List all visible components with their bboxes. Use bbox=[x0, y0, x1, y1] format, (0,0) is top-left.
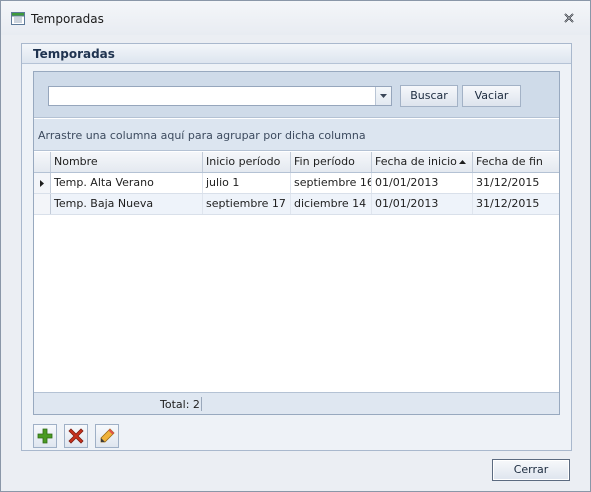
delete-button[interactable] bbox=[64, 424, 88, 448]
cell-fin-periodo[interactable]: septiembre 16 bbox=[291, 173, 372, 193]
cell-fecha-fin[interactable]: 31/12/2015 bbox=[473, 194, 559, 214]
cell-inicio-periodo[interactable]: septiembre 17 bbox=[203, 194, 291, 214]
temporadas-window: Temporadas Temporadas Buscar Vaciar Arra… bbox=[0, 0, 591, 492]
column-header-fecha-inicio[interactable]: Fecha de inicio bbox=[372, 152, 473, 172]
chevron-down-icon bbox=[380, 94, 387, 98]
cell-fecha-inicio[interactable]: 01/01/2013 bbox=[372, 194, 473, 214]
close-button[interactable]: Cerrar bbox=[492, 459, 570, 481]
cell-inicio-periodo[interactable]: julio 1 bbox=[203, 173, 291, 193]
window-title: Temporadas bbox=[31, 12, 104, 26]
find-button[interactable]: Buscar bbox=[400, 85, 458, 107]
group-panel-hint: Arrastre una columna aquí para agrupar p… bbox=[38, 129, 366, 142]
calendar-icon bbox=[11, 12, 25, 25]
sort-ascending-icon bbox=[459, 160, 466, 164]
search-combobox[interactable] bbox=[48, 86, 392, 106]
row-indicator bbox=[34, 173, 51, 193]
column-header-fecha-fin[interactable]: Fecha de fin bbox=[473, 152, 559, 172]
row-indicator bbox=[34, 194, 51, 214]
temporadas-panel: Temporadas Buscar Vaciar Arrastre una co… bbox=[21, 43, 572, 451]
column-header-inicio-periodo[interactable]: Inicio período bbox=[203, 152, 291, 172]
footer-divider bbox=[201, 397, 202, 411]
cell-fecha-fin[interactable]: 31/12/2015 bbox=[473, 173, 559, 193]
clear-button[interactable]: Vaciar bbox=[462, 85, 521, 107]
column-header-nombre[interactable]: Nombre bbox=[51, 152, 203, 172]
total-count: Total: 2 bbox=[160, 398, 200, 411]
grid-footer: Total: 2 bbox=[34, 392, 559, 414]
cell-nombre[interactable]: Temp. Baja Nueva bbox=[51, 194, 203, 214]
cell-nombre[interactable]: Temp. Alta Verano bbox=[51, 173, 203, 193]
column-header-fecha-inicio-label: Fecha de inicio bbox=[375, 155, 457, 168]
table-row[interactable]: Temp. Alta Verano julio 1 septiembre 16 … bbox=[34, 173, 559, 194]
cell-fecha-inicio[interactable]: 01/01/2013 bbox=[372, 173, 473, 193]
edit-button[interactable] bbox=[95, 424, 119, 448]
search-input[interactable] bbox=[49, 87, 375, 105]
seasons-grid: Buscar Vaciar Arrastre una columna aquí … bbox=[33, 71, 560, 415]
panel-title: Temporadas bbox=[33, 47, 115, 61]
title-bar[interactable]: Temporadas bbox=[1, 1, 590, 35]
find-panel: Buscar Vaciar bbox=[34, 72, 559, 118]
focused-row-arrow-icon bbox=[40, 180, 44, 187]
cell-fin-periodo[interactable]: diciembre 14 bbox=[291, 194, 372, 214]
panel-header: Temporadas bbox=[22, 44, 571, 64]
delete-x-icon bbox=[68, 428, 84, 444]
column-header-row: Nombre Inicio período Fin período Fecha … bbox=[34, 152, 559, 173]
indicator-header bbox=[34, 152, 51, 172]
add-button[interactable] bbox=[33, 424, 57, 448]
pencil-icon bbox=[100, 428, 115, 443]
close-icon[interactable] bbox=[563, 12, 575, 24]
group-panel[interactable]: Arrastre una columna aquí para agrupar p… bbox=[34, 119, 559, 151]
table-row[interactable]: Temp. Baja Nueva septiembre 17 diciembre… bbox=[34, 194, 559, 215]
plus-icon bbox=[37, 428, 53, 444]
search-dropdown-button[interactable] bbox=[375, 87, 391, 105]
column-header-fin-periodo[interactable]: Fin período bbox=[291, 152, 372, 172]
